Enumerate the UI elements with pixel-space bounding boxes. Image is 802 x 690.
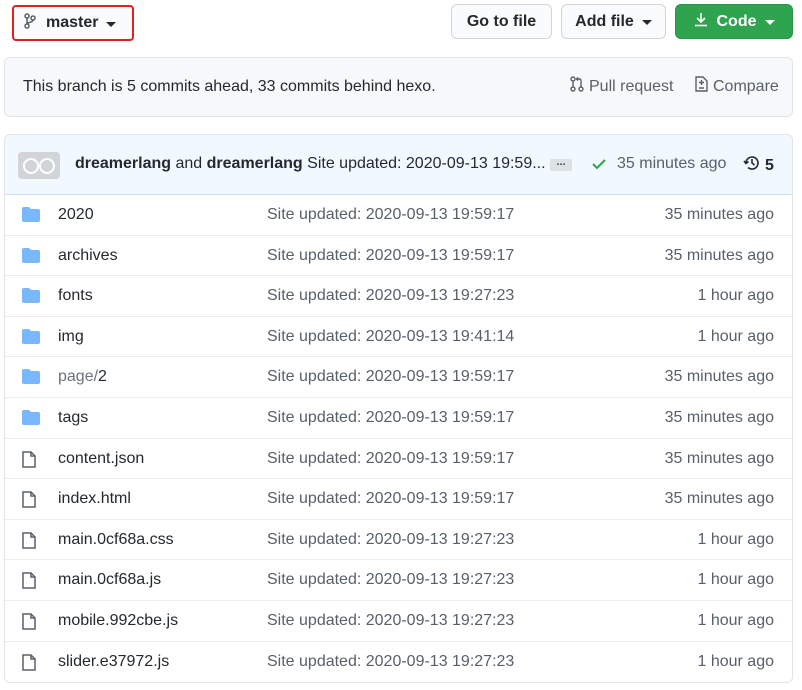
file-name-part: 2 bbox=[98, 368, 107, 386]
file-icon bbox=[22, 532, 36, 554]
file-commit-message-link[interactable]: Site updated: 2020-09-13 19:27:23 bbox=[267, 571, 514, 589]
avatar[interactable] bbox=[18, 152, 60, 179]
code-label: Code bbox=[716, 12, 757, 30]
file-commit-message-link[interactable]: Site updated: 2020-09-13 19:59:17 bbox=[267, 490, 514, 508]
download-icon bbox=[694, 12, 708, 32]
chevron-down-icon bbox=[764, 20, 775, 25]
commit-message-link[interactable]: Site updated: 2020-09-13 19:59... bbox=[307, 155, 545, 172]
file-row[interactable]: tags Site updated: 2020-09-13 19:59:17 35 … bbox=[5, 398, 792, 439]
go-to-file-button[interactable]: Go to file bbox=[451, 4, 552, 39]
chevron-down-icon bbox=[641, 20, 652, 25]
file-name-link[interactable]: main.0cf68a.css bbox=[58, 531, 174, 549]
file-name-link[interactable]: 2020 bbox=[58, 206, 94, 224]
commit-committer-link[interactable]: dreamerlang bbox=[207, 155, 303, 172]
file-name-link[interactable]: tags bbox=[58, 409, 88, 427]
file-row[interactable]: archives Site updated: 2020-09-13 19:59:1… bbox=[5, 236, 792, 277]
file-name-link[interactable]: fonts bbox=[58, 287, 93, 305]
pull-request-label: Pull request bbox=[589, 77, 674, 95]
file-commit-message-link[interactable]: Site updated: 2020-09-13 19:27:23 bbox=[267, 653, 514, 671]
file-row[interactable]: slider.e37972.js Site updated: 2020-09-13… bbox=[5, 642, 792, 682]
latest-commit-row: dreamerlang and dreamerlang Site updated… bbox=[5, 135, 792, 195]
file-age[interactable]: 35 minutes ago bbox=[665, 450, 774, 468]
history-icon bbox=[743, 154, 761, 177]
diff-icon bbox=[694, 76, 713, 97]
folder-icon bbox=[22, 247, 40, 268]
file-name-link[interactable]: slider.e37972.js bbox=[58, 653, 169, 671]
file-row[interactable]: main.0cf68a.js Site updated: 2020-09-13 1… bbox=[5, 560, 792, 601]
file-age[interactable]: 35 minutes ago bbox=[665, 409, 774, 427]
file-name-prefix: page/ bbox=[58, 368, 99, 386]
file-rows: 2020 Site updated: 2020-09-13 19:59:17 35 … bbox=[5, 195, 792, 682]
file-row[interactable]: page/2 Site updated: 2020-09-13 19:59:17 3… bbox=[5, 357, 792, 398]
compare-link[interactable]: Compare bbox=[694, 76, 779, 97]
folder-icon bbox=[22, 409, 40, 430]
file-commit-message-link[interactable]: Site updated: 2020-09-13 19:59:17 bbox=[267, 368, 514, 386]
file-row[interactable]: index.html Site updated: 2020-09-13 19:59… bbox=[5, 479, 792, 520]
file-icon bbox=[22, 613, 36, 635]
file-name-link[interactable]: main.0cf68a.js bbox=[58, 571, 161, 589]
file-age[interactable]: 35 minutes ago bbox=[665, 247, 774, 265]
pull-request-icon bbox=[570, 76, 589, 97]
add-file-label: Add file bbox=[575, 12, 634, 30]
file-icon bbox=[22, 450, 36, 473]
branch-status-text: This branch is 5 commits ahead, 33 commi… bbox=[23, 78, 436, 95]
file-list-box: dreamerlang and dreamerlang Site updated… bbox=[4, 134, 793, 683]
commit-count: 5 bbox=[765, 156, 774, 174]
file-age[interactable]: 35 minutes ago bbox=[665, 368, 774, 386]
file-age[interactable]: 1 hour ago bbox=[697, 328, 774, 346]
file-commit-message-link[interactable]: Site updated: 2020-09-13 19:27:23 bbox=[267, 531, 514, 549]
expand-commit-button[interactable]: ... bbox=[550, 157, 572, 171]
add-file-button[interactable]: Add file bbox=[561, 4, 666, 39]
commit-history-link[interactable]: 5 bbox=[743, 154, 774, 177]
file-row[interactable]: fonts Site updated: 2020-09-13 19:27:23 1 … bbox=[5, 276, 792, 317]
file-commit-message-link[interactable]: Site updated: 2020-09-13 19:27:23 bbox=[267, 612, 514, 630]
file-icon bbox=[22, 491, 36, 513]
code-button[interactable]: Code bbox=[675, 4, 793, 39]
file-age[interactable]: 35 minutes ago bbox=[665, 490, 774, 508]
file-icon bbox=[22, 572, 36, 594]
file-commit-message-link[interactable]: Site updated: 2020-09-13 19:59:17 bbox=[267, 206, 514, 224]
branch-select-button[interactable]: master bbox=[12, 5, 134, 41]
file-row[interactable]: 2020 Site updated: 2020-09-13 19:59:17 35 … bbox=[5, 195, 792, 236]
file-commit-message-link[interactable]: Site updated: 2020-09-13 19:59:17 bbox=[267, 409, 514, 427]
file-row[interactable]: img Site updated: 2020-09-13 19:41:14 1 ho… bbox=[5, 317, 792, 358]
file-age[interactable]: 1 hour ago bbox=[697, 287, 774, 305]
compare-label: Compare bbox=[713, 77, 779, 95]
branch-status-box: This branch is 5 commits ahead, 33 commi… bbox=[4, 57, 793, 117]
file-age[interactable]: 1 hour ago bbox=[697, 571, 774, 589]
folder-icon bbox=[22, 207, 40, 227]
commit-summary: dreamerlang and dreamerlang Site updated… bbox=[75, 155, 546, 173]
file-icon bbox=[22, 653, 36, 676]
file-name-link[interactable]: mobile.992cbe.js bbox=[58, 612, 178, 630]
file-name-link[interactable]: img bbox=[58, 328, 84, 346]
chevron-down-icon bbox=[106, 21, 117, 27]
file-age[interactable]: 35 minutes ago bbox=[665, 206, 774, 224]
file-name-link[interactable]: page/2 bbox=[58, 368, 107, 386]
file-name-link[interactable]: content.json bbox=[58, 450, 144, 468]
folder-icon bbox=[22, 328, 40, 349]
file-age[interactable]: 1 hour ago bbox=[697, 653, 774, 671]
commit-author-link[interactable]: dreamerlang bbox=[75, 155, 171, 172]
pull-request-link[interactable]: Pull request bbox=[570, 76, 674, 97]
file-row[interactable]: content.json Site updated: 2020-09-13 19:… bbox=[5, 439, 792, 480]
commit-and-text: and bbox=[175, 155, 203, 172]
file-commit-message-link[interactable]: Site updated: 2020-09-13 19:59:17 bbox=[267, 450, 514, 468]
file-commit-message-link[interactable]: Site updated: 2020-09-13 19:27:23 bbox=[267, 287, 514, 305]
branch-name: master bbox=[46, 14, 99, 31]
folder-icon bbox=[22, 288, 40, 308]
file-row[interactable]: main.0cf68a.css Site updated: 2020-09-13 … bbox=[5, 520, 792, 561]
file-commit-message-link[interactable]: Site updated: 2020-09-13 19:41:14 bbox=[267, 328, 514, 346]
git-branch-icon bbox=[24, 12, 36, 34]
folder-icon bbox=[22, 369, 40, 389]
file-age[interactable]: 1 hour ago bbox=[697, 612, 774, 630]
commit-time[interactable]: 35 minutes ago bbox=[617, 155, 726, 173]
file-name-link[interactable]: archives bbox=[58, 247, 118, 265]
file-commit-message-link[interactable]: Site updated: 2020-09-13 19:59:17 bbox=[267, 247, 514, 265]
file-row[interactable]: mobile.992cbe.js Site updated: 2020-09-13… bbox=[5, 601, 792, 642]
file-age[interactable]: 1 hour ago bbox=[697, 531, 774, 549]
check-icon[interactable] bbox=[592, 157, 606, 175]
file-name-link[interactable]: index.html bbox=[58, 490, 131, 508]
